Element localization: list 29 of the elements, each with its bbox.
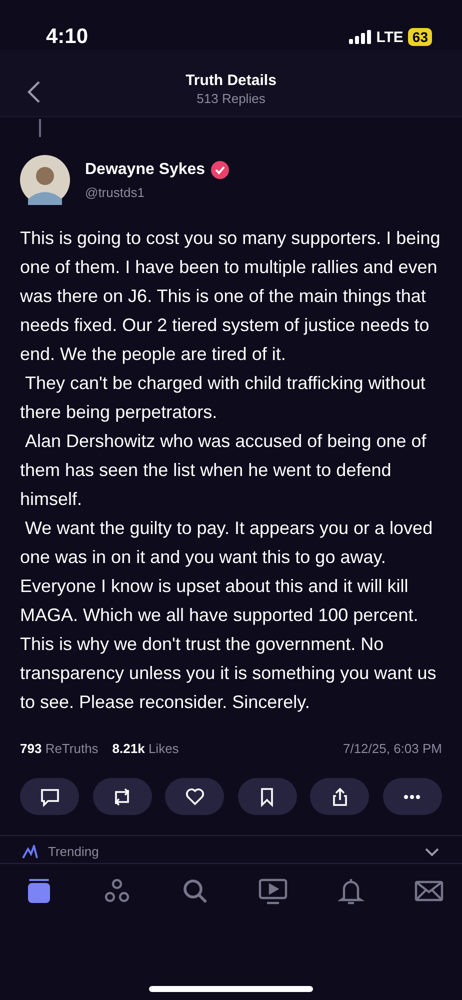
- post-stat[interactable]: 793 ReTruths: [20, 741, 98, 756]
- author-name: Dewayne Sykes: [85, 160, 206, 178]
- page-title: Truth Details: [186, 72, 276, 89]
- signal-icon: [349, 30, 372, 44]
- notifications-tab-icon[interactable]: [336, 876, 366, 906]
- avatar[interactable]: [20, 155, 70, 205]
- status-time: 4:10: [46, 25, 88, 49]
- share-button[interactable]: [310, 778, 370, 815]
- post-paragraph: They can't be charged with child trafficking without there being perpetrators.: [20, 372, 426, 424]
- trending-label[interactable]: Trending: [48, 844, 99, 859]
- chevron-icon[interactable]: [424, 846, 440, 856]
- reply-count: 513 Replies: [196, 91, 266, 106]
- post-stat[interactable]: 8.21k Likes: [112, 741, 179, 756]
- reply-button[interactable]: [20, 778, 79, 815]
- post-paragraph: This is going to cost you so many supporters. I being one of them. I have been to multiple rallies and even was there on J6. This is one of the main things that needs fixed. Our 2 tiered system of justice needs to end. We the people are tired of it.: [20, 227, 442, 366]
- heart-icon: [184, 786, 206, 808]
- bookmark-button[interactable]: [238, 778, 297, 815]
- author-handle: @trustds1: [85, 184, 146, 200]
- post-paragraph: We want the guilty to pay. It appears you or a loved one was in on it and you want this to go away. Everyone I know is upset about this and it will kill MAGA. Which we all have supported 100 percent. This is why we don't trust the government. No transparency unless you it is something you want us to see. Please reconsider. Sincerely.: [20, 517, 438, 714]
- like-button[interactable]: [165, 778, 224, 815]
- post-timestamp: 7/12/25, 6:03 PM: [342, 741, 442, 756]
- more-button[interactable]: [382, 778, 442, 815]
- video-tab-icon[interactable]: [258, 876, 288, 906]
- trending-icon: [22, 844, 38, 858]
- retruth-button[interactable]: [92, 778, 152, 815]
- battery-level: 63: [408, 28, 432, 46]
- back-icon[interactable]: [27, 80, 41, 104]
- post-paragraph: Alan Dershowitz who was accused of being one of them has seen the list when he went to defend himself.: [20, 430, 428, 511]
- network-label: LTE: [376, 28, 404, 46]
